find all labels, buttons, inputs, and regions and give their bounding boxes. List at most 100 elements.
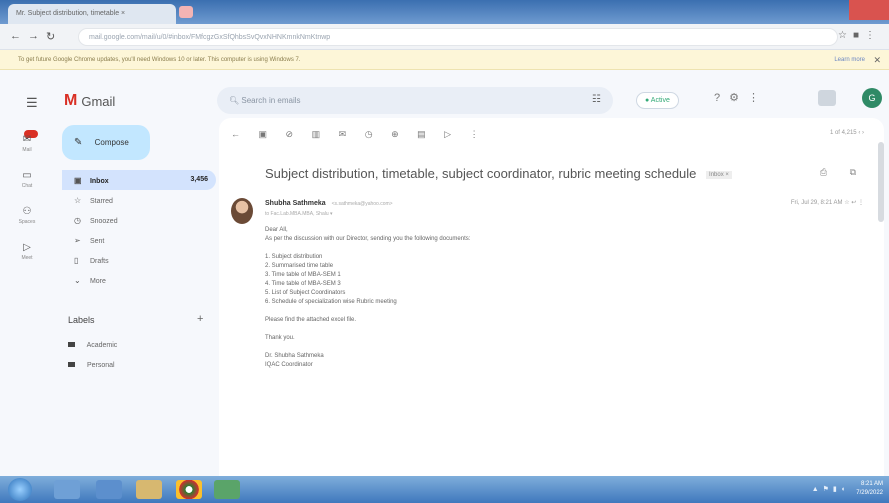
search-input[interactable]: 🔍︎ Search in emails ☷ [217, 87, 613, 114]
reply-icon[interactable]: ↩ [851, 200, 856, 206]
rail-item-mail[interactable]: ✉ Mail [8, 134, 46, 153]
tab-title: Mr. Subject distribution, timetable × [16, 10, 126, 17]
pencil-icon: ✎ [74, 137, 83, 148]
message-more-icon[interactable]: ⋮ [858, 200, 864, 206]
star-message-icon[interactable]: ☆ [844, 200, 849, 206]
spaces-icon: ⚇ [22, 206, 32, 217]
label-icon[interactable]: ▷ [444, 129, 459, 139]
nav-label: Snoozed [89, 218, 118, 225]
taskbar-explorer-icon[interactable] [54, 480, 80, 499]
close-info-bar-icon[interactable]: ✕ [873, 55, 881, 66]
rail-item-meet[interactable]: ▷ Meet [8, 242, 46, 261]
learn-more-link[interactable]: Learn more [834, 57, 865, 63]
reload-icon[interactable]: ↻ [46, 30, 55, 43]
back-icon[interactable]: ← [10, 30, 21, 42]
body-greeting: Dear All, [265, 227, 288, 233]
label-item-academic[interactable]: Academic [68, 342, 117, 349]
maximize-button[interactable] [823, 0, 849, 20]
search-options-icon[interactable]: ☷ [592, 94, 601, 105]
main-menu-icon[interactable]: ☰ [26, 95, 38, 111]
status-indicator[interactable]: ● Active [636, 92, 679, 109]
rail-item-chat[interactable]: ▭ Chat [8, 170, 46, 189]
address-bar[interactable]: mail.google.com/mail/u/0/#inbox/FMfcgzGx… [78, 28, 838, 46]
nav-item-drafts[interactable]: ▯ Drafts [62, 250, 216, 270]
new-tab-button[interactable] [179, 6, 193, 18]
document-list-item: 1. Subject distribution [265, 254, 323, 260]
browser-tab-strip: Mr. Subject distribution, timetable × [0, 0, 889, 24]
mail-icon: ✉ [22, 134, 32, 145]
label-tag-icon [68, 362, 75, 367]
body-thanks: Thank you. [265, 335, 295, 341]
nav-label: More [89, 278, 106, 285]
signature-name: Dr. Shubha Sathmeka [265, 353, 324, 359]
nav-item-more[interactable]: ⌄ More [62, 270, 216, 290]
message-toolbar: ← ▣ ⊘ ▥ ✉ ◷ ⊕ ▤ ▷ ⋮ [231, 129, 487, 140]
more-options-icon[interactable]: ⋮ [470, 129, 487, 139]
taskbar-clock[interactable]: 8:21 AM 7/29/2022 [856, 480, 883, 498]
inbox-tag[interactable]: Inbox × [706, 170, 732, 179]
chevron-down-icon: ⌄ [74, 276, 81, 285]
minimize-button[interactable] [797, 0, 823, 20]
delete-icon[interactable]: ▥ [312, 129, 329, 139]
nav-item-snoozed[interactable]: ◷ Snoozed [62, 210, 216, 230]
start-button[interactable] [8, 478, 32, 501]
move-to-icon[interactable]: ▤ [417, 129, 434, 139]
label-tag-icon [68, 342, 75, 347]
print-icon[interactable]: ⎙ [820, 167, 837, 177]
draft-icon: ▯ [74, 256, 79, 265]
next-icon[interactable]: › [862, 130, 864, 136]
org-logo[interactable] [818, 90, 836, 106]
prev-icon[interactable]: ‹ [858, 130, 860, 136]
add-task-icon[interactable]: ⊕ [391, 129, 407, 139]
system-tray-icons[interactable]: ▲⚑▮◖ [812, 485, 849, 493]
gmail-logo[interactable]: M Gmail [64, 92, 115, 110]
pager-text: 1 of 4,215 [829, 130, 857, 136]
clock-time: 8:21 AM [860, 481, 883, 487]
browser-navbar: ← → ↻ mail.google.com/mail/u/0/#inbox/FM… [0, 24, 889, 50]
add-label-icon[interactable]: + [197, 313, 203, 325]
gmail-app: ☰ M Gmail 🔍︎ Search in emails ☷ ● Active… [0, 70, 889, 476]
open-in-new-window-icon[interactable]: ⧉ [850, 167, 866, 177]
info-bar-text: To get future Google Chrome updates, you… [18, 57, 301, 63]
pager: 1 of 4,215 ‹ › [830, 130, 864, 136]
screen: Mr. Subject distribution, timetable × ← … [0, 0, 889, 503]
nav-item-inbox[interactable]: ▣ Inbox 3,456 [62, 170, 216, 190]
archive-icon[interactable]: ▣ [259, 129, 276, 139]
report-spam-icon[interactable]: ⊘ [286, 129, 302, 139]
back-to-inbox-icon[interactable]: ← [231, 129, 248, 139]
browser-menu-icons[interactable]: ☆■⋮ [838, 30, 881, 41]
scrollbar[interactable] [878, 142, 884, 222]
taskbar-media-icon[interactable] [96, 480, 122, 499]
taskbar-folder-icon[interactable] [136, 480, 162, 499]
nav-item-starred[interactable]: ☆ Starred [62, 190, 216, 210]
sender-name[interactable]: Shubha Sathmeka [265, 200, 326, 207]
mark-unread-icon[interactable]: ✉ [339, 129, 355, 139]
taskbar-chrome-icon[interactable] [176, 480, 202, 499]
inbox-icon: ▣ [74, 176, 82, 185]
snooze-icon[interactable]: ◷ [365, 129, 381, 139]
document-list-item: 3. Time table of MBA-SEM 1 [265, 272, 341, 278]
forward-icon[interactable]: → [28, 30, 39, 42]
compose-button[interactable]: ✎ Compose [62, 125, 150, 160]
message-subject: Subject distribution, timetable, subject… [265, 166, 732, 181]
browser-tab[interactable]: Mr. Subject distribution, timetable × [8, 4, 176, 24]
address-text: mail.google.com/mail/u/0/#inbox/FMfcgzGx… [89, 34, 331, 41]
rail-item-spaces[interactable]: ⚇ Spaces [8, 206, 46, 225]
label-text: Academic [86, 342, 118, 349]
video-icon: ▷ [23, 242, 31, 253]
nav-item-sent[interactable]: ➢ Sent [62, 230, 216, 250]
label-item-personal[interactable]: Personal [68, 362, 115, 369]
taskbar-excel-icon[interactable] [214, 480, 240, 499]
mailbox-nav: ▣ Inbox 3,456 ☆ Starred ◷ Snoozed ➢ Sent… [62, 170, 216, 290]
label-text: Personal [86, 362, 115, 369]
document-list-item: 4. Time table of MBA-SEM 3 [265, 281, 341, 287]
labels-heading: Labels [68, 315, 95, 325]
search-icon[interactable]: 🔍︎ [229, 96, 239, 105]
status-label: Active [650, 97, 670, 104]
top-action-icons[interactable]: ?⚙⋮ [714, 91, 768, 104]
windows-taskbar: ▲⚑▮◖ 8:21 AM 7/29/2022 [0, 476, 889, 503]
recipients-line[interactable]: to Fac.Lab.MBA.MBA, Shalu ▾ [265, 211, 333, 217]
close-window-button[interactable] [849, 0, 889, 20]
account-avatar[interactable]: G [862, 88, 882, 108]
sender-avatar[interactable] [231, 198, 253, 224]
